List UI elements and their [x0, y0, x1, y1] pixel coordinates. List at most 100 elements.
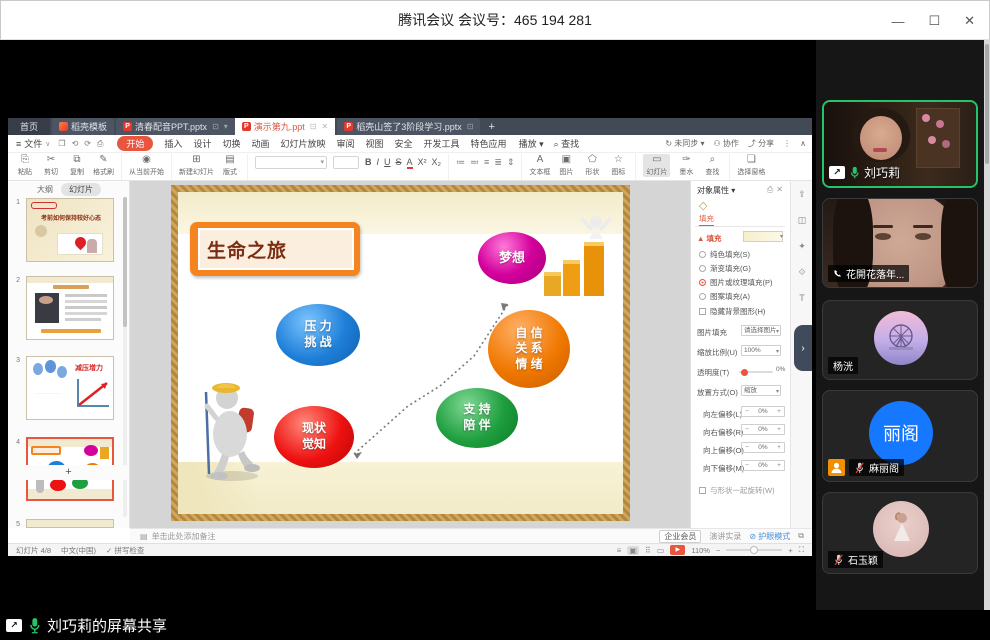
- participant-tile-huakai[interactable]: 花開花落年...: [822, 198, 978, 288]
- tab-docer-template[interactable]: 稻壳模板: [52, 118, 114, 135]
- design-ai-icon[interactable]: ✦: [791, 241, 813, 252]
- placement-select[interactable]: 缩放: [741, 385, 781, 396]
- pin-icon[interactable]: ⎙: [767, 185, 776, 194]
- hide-background-checkbox[interactable]: 隐藏背景图形(H): [699, 306, 765, 317]
- thumbnail-slide-5[interactable]: [26, 519, 114, 528]
- scale-select[interactable]: 100%: [741, 345, 781, 356]
- ribbon-tab-design[interactable]: 设计: [193, 137, 211, 150]
- italic-button[interactable]: I: [377, 157, 380, 169]
- radio-gradient-fill[interactable]: 渐变填充(G): [699, 263, 751, 274]
- textbox-button[interactable]: A文本框: [529, 154, 550, 177]
- normal-view-icon[interactable]: ▣: [627, 546, 639, 555]
- save-icon[interactable]: ❐: [58, 139, 65, 149]
- new-tab-button[interactable]: +: [480, 118, 502, 135]
- ribbon-tab-home[interactable]: 开始: [117, 136, 153, 151]
- fill-section-label[interactable]: ▲ 填充: [697, 233, 722, 244]
- strike-button[interactable]: S: [396, 157, 402, 169]
- thumbnail-slide-3[interactable]: 减压增力: [26, 356, 114, 420]
- format-painter-button[interactable]: ✎格式刷: [93, 154, 114, 177]
- subscript-button[interactable]: X₂: [432, 157, 442, 169]
- tab-pin-icon[interactable]: ⊡: [467, 122, 474, 131]
- new-slide-button[interactable]: ⊞新建幻灯片: [179, 154, 214, 177]
- more-icon[interactable]: ⋮: [783, 139, 791, 148]
- share-button[interactable]: ⤴ 分享: [748, 138, 774, 149]
- language-indicator[interactable]: 中文(中国): [61, 545, 96, 556]
- icon-library-button[interactable]: ☆图标: [608, 154, 628, 177]
- add-slide-button[interactable]: +: [8, 465, 130, 480]
- ribbon-tab-devtools[interactable]: 开发工具: [424, 137, 460, 150]
- play-menu[interactable]: 播放 ▾: [519, 137, 544, 150]
- tab-home[interactable]: 首页: [8, 118, 50, 135]
- participant-tile-yangguang[interactable]: 杨洸: [822, 300, 978, 380]
- collapse-panel-chevron[interactable]: ›: [794, 325, 812, 371]
- layout-button[interactable]: ▤版式: [220, 154, 240, 177]
- minimize-icon[interactable]: —: [891, 14, 904, 29]
- zoom-in-icon[interactable]: +: [788, 546, 792, 555]
- copy-button[interactable]: ⧉复制: [67, 154, 87, 177]
- selection-pane-button[interactable]: ❏选择窗格: [737, 154, 765, 177]
- panel-title[interactable]: 对象属性 ▾: [697, 185, 735, 196]
- collapse-ribbon-icon[interactable]: ∧: [800, 139, 806, 148]
- thumbnail-slide-2[interactable]: [26, 276, 114, 340]
- ribbon-tab-review[interactable]: 审阅: [336, 137, 354, 150]
- participant-tile-shiyuying[interactable]: 石玉颖: [822, 492, 978, 574]
- bullets-icon[interactable]: ≔: [456, 157, 465, 168]
- comment-pane-icon[interactable]: ⟐: [791, 267, 813, 278]
- font-color-button[interactable]: A: [407, 157, 413, 169]
- paste-button[interactable]: ⎘粘贴: [15, 154, 35, 177]
- redo-icon[interactable]: ⟳: [84, 139, 91, 149]
- ribbon-tab-view[interactable]: 视图: [366, 137, 384, 150]
- numbering-icon[interactable]: ≕: [470, 157, 479, 168]
- notes-placeholder[interactable]: ▤单击此处添加备注: [140, 531, 216, 542]
- properties-icon[interactable]: ⇪: [791, 189, 813, 200]
- zoom-level[interactable]: 110%: [691, 546, 710, 555]
- eye-protection-toggle[interactable]: ⊘ 护眼模式: [749, 531, 790, 542]
- picture-fill-select[interactable]: 请选择图片: [741, 325, 781, 336]
- bubble-support[interactable]: 支 持 陪 伴: [436, 388, 518, 448]
- underline-button[interactable]: U: [384, 157, 391, 169]
- font-family-select[interactable]: [255, 156, 327, 169]
- close-panel-icon[interactable]: ✕: [776, 185, 786, 194]
- find-replace-button[interactable]: ⌕查找: [702, 154, 722, 177]
- collab-button[interactable]: ⚇ 协作: [714, 138, 739, 149]
- slide-tool-button[interactable]: ▭幻灯片: [643, 154, 670, 177]
- bubble-confidence[interactable]: 自 信 关 系 情 绪: [488, 310, 570, 388]
- ribbon-tab-transition[interactable]: 切换: [222, 137, 240, 150]
- bubble-pressure[interactable]: 压 力 挑 战: [276, 304, 360, 366]
- radio-pattern-fill[interactable]: 图案填充(A): [699, 291, 750, 302]
- fill-color-swatch[interactable]: [743, 231, 783, 242]
- play-from-current-button[interactable]: ◉从当前开始: [129, 154, 164, 177]
- shape-button[interactable]: ⬠形状: [582, 154, 602, 177]
- cut-button[interactable]: ✂剪切: [41, 154, 61, 177]
- offset-left-stepper[interactable]: −0%+: [741, 406, 785, 417]
- animation-pane-icon[interactable]: ◫: [791, 215, 813, 226]
- tab-pin-icon[interactable]: ⊡: [212, 122, 219, 131]
- rotate-with-shape-checkbox[interactable]: 与形状一起旋转(W): [699, 485, 775, 496]
- tab-close-icon[interactable]: ✕: [322, 122, 329, 131]
- offset-down-stepper[interactable]: −0%+: [741, 460, 785, 471]
- file-menu[interactable]: ≡文件∨: [16, 137, 50, 150]
- participant-tile-liuqiaoli[interactable]: ↗ 刘巧莉: [822, 100, 978, 188]
- tab-document-1[interactable]: P清春配音PPT.pptx⊡▾: [116, 118, 235, 135]
- thumbnail-slide-1[interactable]: 考前如何保持较好心态: [26, 198, 114, 262]
- radio-solid-fill[interactable]: 纯色填充(S): [699, 249, 750, 260]
- align-justify-icon[interactable]: ≣: [494, 157, 502, 168]
- fill-tab[interactable]: 填充: [699, 213, 714, 227]
- tab-document-active[interactable]: P演示第九.ppt⊡✕: [235, 118, 335, 135]
- notes-expand-icon[interactable]: ⧉: [798, 531, 804, 541]
- slides-tab[interactable]: 幻灯片: [61, 183, 101, 196]
- ribbon-tab-featured[interactable]: 特色应用: [471, 137, 507, 150]
- tab-document-2[interactable]: P稻壳山签了3阶段学习.pptx⊡: [337, 118, 480, 135]
- transparency-slider[interactable]: [739, 371, 773, 373]
- sync-status[interactable]: ↻ 未同步 ▾: [665, 138, 704, 149]
- zoom-out-icon[interactable]: −: [716, 546, 720, 555]
- offset-up-stepper[interactable]: −0%+: [741, 442, 785, 453]
- bubble-status[interactable]: 现状 觉知: [274, 406, 354, 468]
- ribbon-tab-security[interactable]: 安全: [395, 137, 413, 150]
- text-pane-icon[interactable]: T: [791, 293, 813, 303]
- tab-menu-icon[interactable]: ▾: [224, 122, 228, 131]
- outline-tab[interactable]: 大纲: [37, 184, 53, 195]
- offset-right-stepper[interactable]: −0%+: [741, 424, 785, 435]
- fit-screen-icon[interactable]: ⛶: [799, 545, 804, 555]
- slideshow-play-button[interactable]: ▶: [670, 545, 685, 555]
